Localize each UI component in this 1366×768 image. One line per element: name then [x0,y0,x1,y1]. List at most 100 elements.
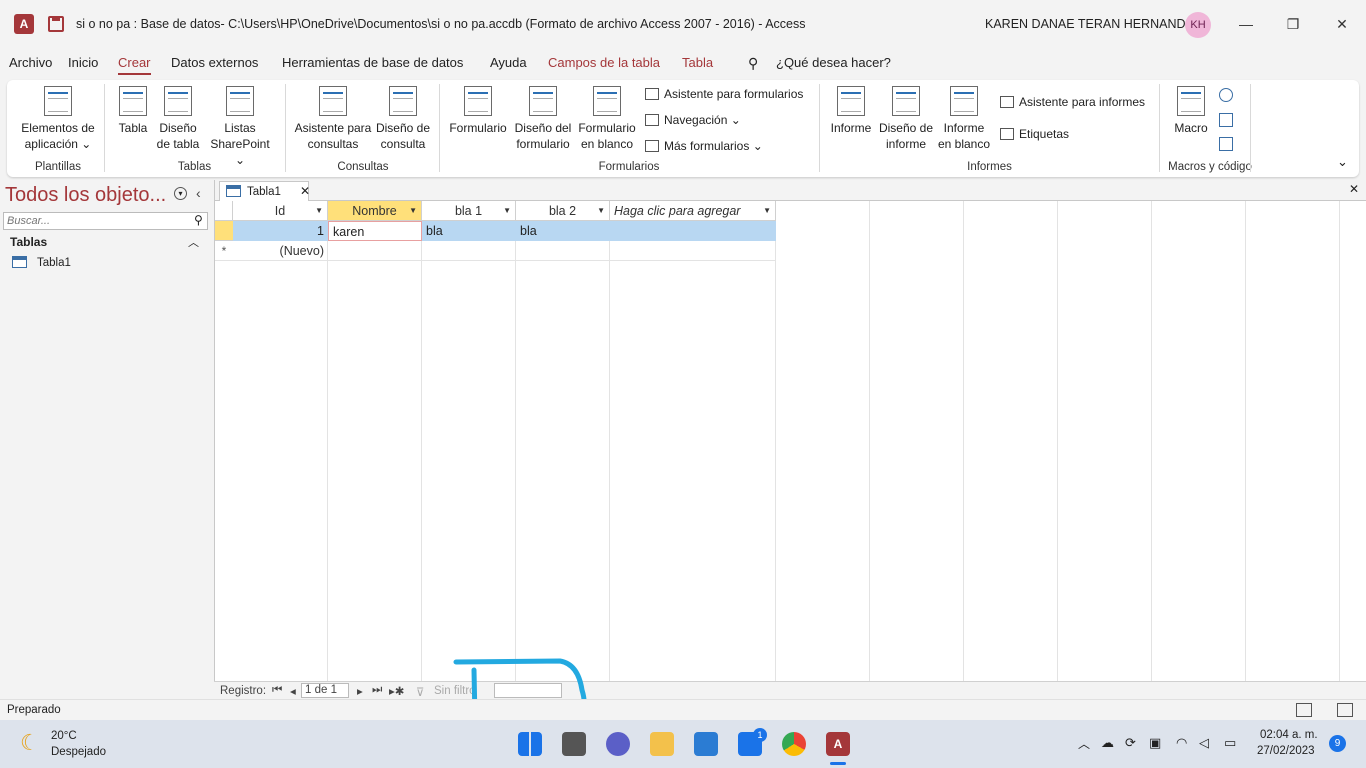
formulario-en-blanco-button[interactable]: Formulario en blanco [576,86,638,152]
tab-archivo[interactable]: Archivo [9,55,52,70]
tab-ayuda[interactable]: Ayuda [490,55,527,70]
new-row-label[interactable]: (Nuevo) [233,241,328,261]
filter-icon[interactable]: ⊽ [416,685,424,699]
new-record-icon[interactable]: ▸✱ [389,684,404,698]
column-header-bla2[interactable]: bla 2 ▼ [516,201,610,221]
battery-icon[interactable]: ▭ [1224,735,1236,751]
tab-herramientas[interactable]: Herramientas de base de datos [282,55,463,70]
design-view-icon[interactable] [1337,703,1353,717]
tab-crear[interactable]: Crear [118,55,151,75]
sync-icon[interactable]: ⟳ [1125,735,1136,751]
access-app-icon[interactable]: A [14,14,34,34]
asistente-formularios-button[interactable]: Asistente para formularios [645,87,803,101]
volume-icon[interactable]: ◁ [1199,735,1209,751]
diseno-informe-button[interactable]: Diseño de informe [876,86,936,152]
asistente-consultas-button[interactable]: Asistente para consultas [294,86,372,152]
class-module-icon[interactable] [1219,113,1233,127]
teams-chat-icon[interactable] [606,732,630,756]
nav-item-tabla1[interactable]: Tabla1 [12,256,71,269]
collapse-ribbon-icon[interactable]: ⌄ [1337,154,1348,170]
visual-basic-icon[interactable] [1219,137,1233,151]
column-header-bla1[interactable]: bla 1 ▼ [422,201,516,221]
task-view-icon[interactable] [562,732,586,756]
weather-temp[interactable]: 20°C [51,730,77,742]
report-wizard-icon [1000,96,1014,108]
informe-en-blanco-button[interactable]: Informe en blanco [936,86,992,152]
tab-inicio[interactable]: Inicio [68,55,98,70]
listas-sharepoint-button[interactable]: Listas SharePoint ⌄ [204,86,276,168]
tab-datos-externos[interactable]: Datos externos [171,55,258,70]
save-icon[interactable] [48,16,64,32]
restore-button[interactable]: ❐ [1281,12,1305,36]
module-icon[interactable] [1219,88,1233,102]
elementos-de-aplicacion-button[interactable]: Elementos de aplicación ⌄ [19,86,97,152]
new-row-marker[interactable]: * [215,241,233,261]
chevron-up-icon[interactable]: ︿ [188,234,199,250]
clock-time[interactable]: 02:04 a. m. [1260,729,1318,741]
select-all-corner[interactable] [215,201,233,221]
search-icon[interactable]: ⚲ [748,55,758,72]
user-name[interactable]: KAREN DANAE TERAN HERNANDEZ [985,17,1201,31]
first-record-icon[interactable]: ⏮ [272,684,282,697]
chevron-down-icon[interactable]: ▼ [763,201,771,221]
avatar[interactable]: KH [1185,12,1211,38]
cell-bla1[interactable]: bla [422,221,516,241]
notification-badge[interactable]: 9 [1329,735,1346,752]
search-icon[interactable]: ⚲ [194,213,203,227]
doc-tab-tabla1[interactable]: Tabla1 ✕ [219,181,310,201]
chevron-up-icon[interactable]: ︿ [1078,735,1090,752]
informe-button[interactable]: Informe [827,86,875,136]
close-document-icon[interactable]: ✕ [1349,182,1359,196]
chevron-down-icon[interactable]: ▾ [174,187,187,200]
cell-id[interactable]: 1 [233,221,328,241]
column-header-id[interactable]: Id ▼ [233,201,328,221]
mas-formularios-button[interactable]: Más formularios ⌄ [645,139,763,153]
cell-nombre-editing[interactable]: karen [328,221,422,241]
diseno-de-tabla-button[interactable]: Diseño de tabla [155,86,201,152]
moon-icon[interactable]: ☾ [20,730,40,756]
access-taskbar-icon[interactable]: A [826,732,850,756]
etiquetas-button[interactable]: Etiquetas [1000,127,1069,141]
chrome-icon[interactable] [782,732,806,756]
row-selector[interactable] [215,221,233,241]
clock-date[interactable]: 27/02/2023 [1257,745,1315,757]
tab-tabla[interactable]: Tabla [682,55,713,70]
btn-label: formulario [516,137,570,151]
asistente-informes-button[interactable]: Asistente para informes [1000,95,1145,109]
close-icon[interactable]: ✕ [300,184,310,198]
collapse-pane-icon[interactable]: ‹ [196,185,201,201]
onedrive-icon[interactable]: ☁ [1101,735,1114,751]
column-header-nombre[interactable]: Nombre ▼ [328,201,422,221]
nav-section-tablas[interactable]: Tablas [10,235,47,249]
tell-me-search[interactable]: ¿Qué desea hacer? [776,55,891,70]
diseno-formulario-button[interactable]: Diseño del formulario [511,86,575,152]
navegacion-button[interactable]: Navegación ⌄ [645,113,741,127]
tabla-button[interactable]: Tabla [113,86,153,136]
last-record-icon[interactable]: ⏭ [372,684,382,697]
datasheet-view-icon[interactable] [1296,703,1312,717]
macro-button[interactable]: Macro [1170,86,1212,136]
chevron-down-icon[interactable]: ▼ [409,201,417,221]
windows-start-icon[interactable] [518,732,542,756]
chevron-down-icon[interactable]: ▼ [315,201,323,221]
app-tray-icon[interactable]: ▣ [1149,735,1161,751]
chevron-down-icon[interactable]: ▼ [597,201,605,221]
diseno-consulta-button[interactable]: Diseño de consulta [374,86,432,152]
close-button[interactable]: ✕ [1330,12,1354,36]
weather-desc[interactable]: Despejado [51,746,106,758]
previous-record-icon[interactable]: ◂ [290,684,296,698]
file-explorer-icon[interactable] [650,732,674,756]
formulario-button[interactable]: Formulario [448,86,508,136]
store-icon[interactable] [694,732,718,756]
chevron-down-icon[interactable]: ▼ [503,201,511,221]
wifi-icon[interactable]: ◠ [1176,735,1187,751]
record-position-input[interactable]: 1 de 1 [301,683,349,698]
search-input[interactable] [4,213,184,229]
btn-label: Etiquetas [1019,127,1070,141]
nav-pane-title[interactable]: Todos los objeto... [5,184,166,207]
minimize-button[interactable]: — [1234,12,1258,36]
next-record-icon[interactable]: ▸ [357,684,363,698]
tab-campos-de-la-tabla[interactable]: Campos de la tabla [548,55,660,70]
cell-bla2[interactable]: bla [516,221,610,241]
column-header-add[interactable]: Haga clic para agregar ▼ [610,201,776,221]
